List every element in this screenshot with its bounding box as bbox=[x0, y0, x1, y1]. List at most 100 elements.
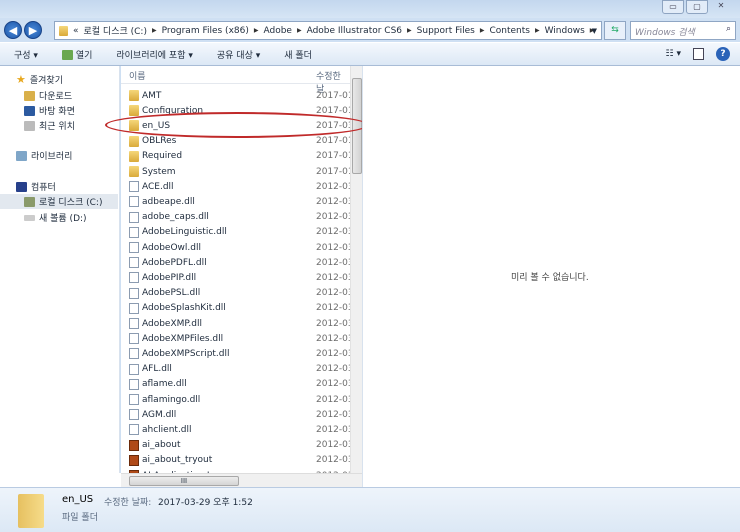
forward-button[interactable]: ▶ bbox=[24, 21, 42, 39]
view-options-button[interactable]: ☷ ▾ bbox=[666, 49, 681, 59]
breadcrumb-separator-icon[interactable]: ▶ bbox=[407, 27, 412, 34]
file-date: 2012-03 bbox=[316, 257, 354, 268]
dll-file-icon bbox=[129, 272, 139, 284]
list-item[interactable]: aflamingo.dll 2012-03 bbox=[121, 392, 354, 407]
list-item[interactable]: ahclient.dll 2012-03 bbox=[121, 422, 354, 437]
breadcrumb-separator-icon[interactable]: ▶ bbox=[297, 27, 302, 34]
minimize-button[interactable]: ▭ bbox=[662, 0, 684, 14]
list-item[interactable]: adobe_caps.dll 2012-03 bbox=[121, 210, 354, 225]
open-icon bbox=[61, 50, 73, 60]
file-list: 이름 수정한 날 AMT 2017-01 Configuration 2017-01 e… bbox=[121, 66, 362, 473]
list-item[interactable]: AdobeXMPFiles.dll 2012-03 bbox=[121, 331, 354, 346]
breadcrumb-overflow[interactable]: « bbox=[73, 26, 79, 36]
breadcrumb-separator-icon[interactable]: ▶ bbox=[535, 27, 540, 34]
file-date: 2017-01 bbox=[316, 90, 354, 101]
list-item[interactable]: adbeape.dll 2012-03 bbox=[121, 194, 354, 209]
file-date: 2017-01 bbox=[316, 105, 354, 116]
preview-pane-button[interactable] bbox=[693, 48, 704, 60]
list-item[interactable]: Configuration 2017-01 bbox=[121, 103, 354, 118]
list-item[interactable]: AdobeSplashKit.dll 2012-03 bbox=[121, 301, 354, 316]
scroll-thumb[interactable]: III bbox=[129, 476, 239, 486]
breadcrumb-item[interactable]: Adobe Illustrator CS6 bbox=[307, 26, 402, 36]
ai-file-icon bbox=[129, 439, 139, 451]
list-item[interactable]: AdobeXMP.dll 2012-03 bbox=[121, 316, 354, 331]
maximize-button[interactable]: ▢ bbox=[686, 0, 708, 14]
list-item[interactable]: ai_about 2012-03 bbox=[121, 438, 354, 453]
file-date: 2012-03 bbox=[316, 272, 354, 283]
dll-file-icon bbox=[129, 302, 139, 314]
help-button[interactable]: ? bbox=[716, 47, 730, 61]
file-name: Required bbox=[142, 151, 183, 162]
list-item[interactable]: ai_about_tryout 2012-03 bbox=[121, 453, 354, 468]
list-item[interactable]: en_US 2017-03 bbox=[121, 118, 354, 133]
new-folder-button[interactable]: 새 폴더 bbox=[284, 48, 312, 61]
dll-file-icon bbox=[129, 287, 139, 299]
dll-file-icon bbox=[129, 257, 139, 269]
horizontal-scrollbar[interactable]: III bbox=[121, 473, 362, 487]
nav-local-disk[interactable]: 로컬 디스크 (C:) bbox=[0, 194, 118, 209]
file-name: OBLRes bbox=[142, 136, 177, 147]
file-name: ACE.dll bbox=[142, 181, 174, 192]
column-name[interactable]: 이름 bbox=[129, 69, 146, 82]
list-item[interactable]: AdobeXMPScript.dll 2012-03 bbox=[121, 346, 354, 361]
folder-icon bbox=[129, 90, 139, 101]
list-item[interactable]: System 2017-01 bbox=[121, 164, 354, 179]
dll-file-icon bbox=[129, 394, 139, 405]
file-name: adbeape.dll bbox=[142, 196, 195, 207]
share-button[interactable]: 공유 대상 ▾ bbox=[217, 48, 260, 61]
vertical-scrollbar[interactable] bbox=[350, 66, 362, 473]
list-item[interactable]: OBLRes 2017-01 bbox=[121, 134, 354, 149]
file-date: 2012-03 bbox=[316, 181, 354, 192]
file-name: AdobePIP.dll bbox=[142, 272, 197, 283]
breadcrumb-item[interactable]: Adobe bbox=[263, 26, 291, 36]
breadcrumb-item[interactable]: 로컬 디스크 (C:) bbox=[84, 24, 147, 37]
folder-icon bbox=[129, 166, 139, 177]
list-item[interactable]: AFL.dll 2012-03 bbox=[121, 362, 354, 377]
details-modified: 2017-03-29 오후 1:52 bbox=[158, 498, 253, 508]
chevron-down-icon[interactable]: ▼ bbox=[592, 27, 597, 35]
folder-icon bbox=[129, 135, 139, 147]
include-library-button[interactable]: 라이브러리에 포함 ▾ bbox=[116, 48, 192, 61]
breadcrumb-item[interactable]: Support Files bbox=[417, 26, 475, 36]
refresh-button[interactable]: ⇆ bbox=[604, 21, 626, 40]
nav-favorites[interactable]: ★ 즐겨찾기 bbox=[16, 72, 134, 87]
ai-file-icon bbox=[129, 454, 139, 466]
list-item[interactable]: AdobePDFL.dll 2012-03 bbox=[121, 255, 354, 270]
file-date: 2012-03 bbox=[316, 333, 354, 344]
folder-icon bbox=[129, 120, 139, 132]
organize-button[interactable]: 구성 ▾ bbox=[14, 48, 38, 61]
folder-icon bbox=[129, 105, 139, 117]
breadcrumb-separator-icon[interactable]: ▶ bbox=[254, 27, 259, 34]
list-item[interactable]: AMT 2017-01 bbox=[121, 88, 354, 103]
list-item[interactable]: AdobePIP.dll 2012-03 bbox=[121, 270, 354, 285]
search-input[interactable]: Windows 검색 ⌕ bbox=[630, 21, 736, 40]
breadcrumb-separator-icon[interactable]: ▶ bbox=[152, 27, 157, 34]
nav-computer[interactable]: 컴퓨터 bbox=[16, 179, 134, 194]
address-bar[interactable]: « 로컬 디스크 (C:) ▶ Program Files (x86) ▶ Adobe ▶… bbox=[54, 21, 602, 40]
list-item[interactable]: ACE.dll 2012-03 bbox=[121, 179, 354, 194]
scroll-thumb[interactable] bbox=[352, 78, 362, 174]
file-name: AdobeXMPScript.dll bbox=[142, 348, 230, 359]
file-date: 2012-03 bbox=[316, 440, 354, 451]
list-item[interactable]: AGM.dll 2012-03 bbox=[121, 407, 354, 422]
nav-libraries[interactable]: 라이브러리 bbox=[16, 148, 134, 163]
details-pane: en_US 수정한 날짜: 2017-03-29 오후 1:52 파일 폴더 bbox=[0, 487, 740, 532]
back-button[interactable]: ◀ bbox=[4, 21, 22, 39]
list-item[interactable]: AdobeLinguistic.dll 2012-03 bbox=[121, 225, 354, 240]
breadcrumb-item[interactable]: Windows bbox=[545, 26, 585, 36]
list-item[interactable]: AdobePSL.dll 2012-03 bbox=[121, 286, 354, 301]
dll-file-icon bbox=[129, 333, 139, 345]
star-icon: ★ bbox=[16, 73, 26, 86]
breadcrumb-item[interactable]: Contents bbox=[489, 26, 529, 36]
file-name: AdobePSL.dll bbox=[142, 288, 201, 299]
breadcrumb-separator-icon[interactable]: ▶ bbox=[480, 27, 485, 34]
drive-icon bbox=[24, 214, 35, 221]
list-item[interactable]: Required 2017-01 bbox=[121, 149, 354, 164]
list-item[interactable]: aflame.dll 2012-03 bbox=[121, 377, 354, 392]
list-item[interactable]: AdobeOwl.dll 2012-03 bbox=[121, 240, 354, 255]
close-button[interactable]: ✕ bbox=[710, 0, 732, 14]
open-button[interactable]: 열기 bbox=[61, 48, 92, 61]
file-date: 2012-03 bbox=[316, 318, 354, 329]
breadcrumb-item[interactable]: Program Files (x86) bbox=[162, 26, 249, 36]
dll-file-icon bbox=[129, 424, 139, 436]
